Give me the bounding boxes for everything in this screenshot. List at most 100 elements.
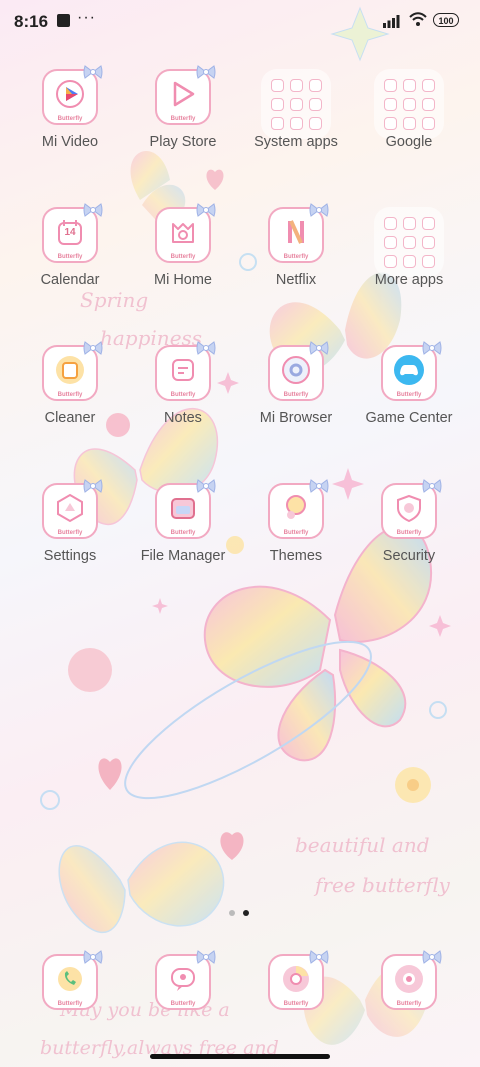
security-icon-glyph [397,494,421,523]
icon-caption: Butterfly [396,1001,422,1007]
icon-caption: Butterfly [283,1001,309,1007]
bow-decoration [196,341,216,355]
chrome-icon-glyph [283,966,309,992]
app-10[interactable]: Butterfly Notes [128,341,238,455]
folder-mini-icon [290,98,303,111]
folder-mini-icon [422,217,435,230]
folder-mini-icon [422,117,435,130]
app-15[interactable]: Butterfly Themes [241,479,351,593]
icon-caption: Butterfly [170,392,196,398]
signal-icon [383,15,400,28]
app-label: Themes [269,548,323,564]
wallpaper-text-4: free butterfly [313,873,450,897]
app-7[interactable]: Butterfly Netflix [241,203,351,317]
app-label: Mi Home [153,272,212,288]
folder-mini-icon [309,117,322,130]
dock-app-1[interactable]: Butterfly [15,950,125,1064]
file-manager-icon-glyph [171,498,195,519]
app-3[interactable]: System apps [241,69,351,179]
bow-decoration [83,65,103,79]
app-16[interactable]: Butterfly Security [354,479,464,593]
icon-caption: Butterfly [396,530,422,536]
bow-decoration [196,950,216,964]
calendar-date: 14 [64,227,76,238]
music-icon-glyph [395,965,423,993]
page-dot-1 [229,910,235,916]
app-label: Play Store [149,134,217,150]
app-12[interactable]: Butterfly Game Center [354,341,464,455]
icon-caption: Butterfly [170,530,196,536]
app-11[interactable]: Butterfly Mi Browser [241,341,351,455]
folder-mini-icon [290,117,303,130]
icon-caption: Butterfly [396,392,422,398]
icon-caption: Butterfly [57,254,83,260]
folder-mini-icon [384,117,397,130]
icon-caption: Butterfly [57,392,83,398]
folder-icon [261,69,331,139]
folder-mini-icon [422,79,435,92]
mi-video-icon-glyph [56,80,84,108]
bow-decoration [196,65,216,79]
page-indicator[interactable] [229,909,253,917]
gesture-navigation-bar[interactable] [150,1054,330,1059]
cleaner-icon-glyph [56,356,84,384]
wifi-icon [409,12,427,26]
icon-caption: Butterfly [170,116,196,122]
butterfly-bottom [58,841,225,934]
app-label: System apps [254,134,338,150]
themes-icon-glyph [286,495,306,519]
folder-mini-icon [403,236,416,249]
bow-decoration [83,950,103,964]
app-5[interactable]: 14 Butterfly Calendar [15,203,125,317]
folder-mini-icon [422,98,435,111]
folder-mini-icon [384,98,397,111]
icon-caption: Butterfly [283,392,309,398]
bow-decoration [309,341,329,355]
dock-app-2[interactable]: Butterfly [128,950,238,1064]
folder-mini-icon [271,79,284,92]
app-8[interactable]: More apps [354,207,464,317]
app-4[interactable]: Google [354,69,464,179]
app-label: Mi Browser [259,410,333,426]
app-6[interactable]: Butterfly Mi Home [128,203,238,317]
app-14[interactable]: Butterfly File Manager [128,479,238,593]
folder-mini-icon [422,255,435,268]
icon-caption: Butterfly [57,116,83,122]
app-label: Settings [43,548,97,564]
folder-mini-icon [309,98,322,111]
folder-icon [374,69,444,139]
folder-mini-icon [403,217,416,230]
folder-mini-icon [309,79,322,92]
bow-decoration [309,203,329,217]
app-label: Netflix [275,272,317,288]
app-label: Cleaner [44,410,96,426]
settings-icon-glyph [57,493,83,523]
bow-decoration [83,341,103,355]
folder-mini-icon [290,79,303,92]
wallpaper-text-3: beautiful and [295,833,430,857]
folder-mini-icon [403,79,416,92]
folder-mini-icon [403,98,416,111]
notification-icon [57,14,70,27]
bow-decoration [309,479,329,493]
app-13[interactable]: Butterfly Settings [15,479,125,593]
app-1[interactable]: Butterfly Mi Video [15,65,125,179]
folder-mini-icon [384,236,397,249]
bow-decoration [422,950,442,964]
app-label: Security [382,548,436,564]
page-dot-2 [243,910,249,916]
app-2[interactable]: Butterfly Play Store [128,65,238,179]
app-9[interactable]: Butterfly Cleaner [15,341,125,455]
icon-caption: Butterfly [57,1001,83,1007]
icon-caption: Butterfly [57,530,83,536]
folder-mini-icon [384,255,397,268]
folder-mini-icon [384,217,397,230]
play-store-icon-glyph [173,81,195,107]
browser-icon-glyph [282,356,310,384]
bow-decoration [196,203,216,217]
dock-app-4[interactable]: Butterfly [354,950,464,1064]
bow-decoration [309,950,329,964]
app-label: More apps [374,272,444,288]
dock-app-3[interactable]: Butterfly [241,950,351,1064]
folder-mini-icon [403,117,416,130]
